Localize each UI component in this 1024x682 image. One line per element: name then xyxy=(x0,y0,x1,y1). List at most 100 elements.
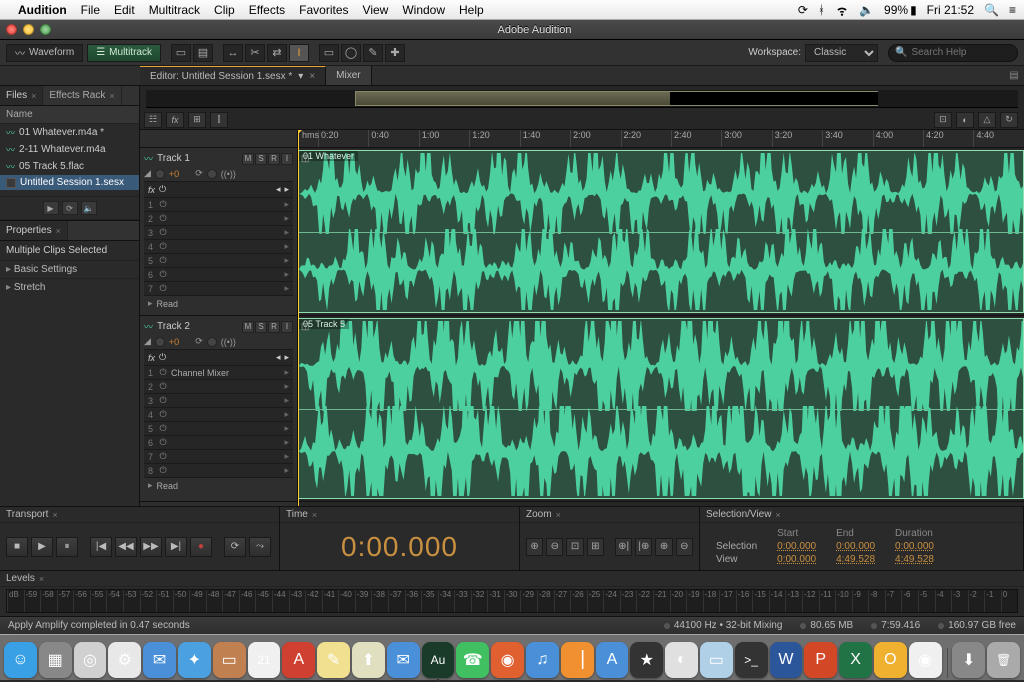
fx-prev-icon[interactable]: ◂ xyxy=(276,352,281,363)
dock-app-game[interactable]: ◐ xyxy=(665,642,698,678)
status-sync-icon[interactable]: ⟳ xyxy=(798,3,808,17)
play-button[interactable]: ▶ xyxy=(31,537,53,557)
prop-stretch[interactable]: Stretch xyxy=(0,278,139,296)
selection-end[interactable]: 0:00.000 xyxy=(826,540,885,553)
audio-clip[interactable]: 01 Whatever ◫ xyxy=(298,150,1024,313)
dock-app-notes[interactable]: ✎ xyxy=(317,642,350,678)
power-icon[interactable]: ⏻ xyxy=(158,381,168,392)
pause-button[interactable]: ⏸ xyxy=(56,537,78,557)
fx-slot[interactable]: 5⏻▸ xyxy=(144,254,293,268)
dock-app-terminal[interactable]: >_ xyxy=(735,642,768,678)
prop-basic-settings[interactable]: Basic Settings xyxy=(0,260,139,278)
effects-rack-tab[interactable]: Effects Rack× xyxy=(43,86,121,105)
dock-app-outlook[interactable]: O xyxy=(874,642,907,678)
close-icon[interactable]: × xyxy=(39,574,44,584)
menu-file[interactable]: File xyxy=(81,3,100,17)
power-icon[interactable]: ⏻ xyxy=(158,451,168,462)
mute-button[interactable]: M xyxy=(242,153,254,165)
menu-clip[interactable]: Clip xyxy=(214,3,235,17)
dock-app-excel[interactable]: X xyxy=(839,642,872,678)
dock-app-photobooth[interactable]: ◉ xyxy=(491,642,524,678)
dock-app-calendar[interactable]: 21 xyxy=(248,642,281,678)
power-icon[interactable]: ⏻ xyxy=(158,423,168,434)
solo-button[interactable]: S xyxy=(255,321,267,333)
minimize-window-button[interactable] xyxy=(23,24,34,35)
dock-app-preview[interactable]: ▭ xyxy=(700,642,733,678)
spotlight-icon[interactable]: 🔍 xyxy=(984,3,999,17)
sends-button[interactable]: ⊞ xyxy=(188,112,206,128)
properties-tab[interactable]: Properties× xyxy=(0,221,68,240)
menu-window[interactable]: Window xyxy=(402,3,445,17)
clip-handle-icon[interactable]: ◫ xyxy=(301,153,311,163)
time-display[interactable]: 0:00.000 xyxy=(286,531,513,563)
file-item[interactable]: 〰05 Track 5.flac xyxy=(0,158,139,175)
lasso-tool[interactable]: ◯ xyxy=(341,44,361,62)
fx-slot[interactable]: 2⏻▸ xyxy=(144,212,293,226)
levels-meter[interactable]: dB-59-58-57-56-55-54-53-52-51-50-49-48-4… xyxy=(6,589,1018,613)
menu-view[interactable]: View xyxy=(363,3,389,17)
record-arm-button[interactable]: R xyxy=(268,153,280,165)
chevron-right-icon[interactable]: ▸ xyxy=(284,241,289,252)
fx-next-icon[interactable]: ▸ xyxy=(284,184,289,195)
chevron-right-icon[interactable]: ▸ xyxy=(284,409,289,420)
dock-app-trash[interactable]: 🗑 xyxy=(987,642,1020,678)
file-item[interactable]: 〰2-11 Whatever.m4a xyxy=(0,141,139,158)
chevron-right-icon[interactable]: ▸ xyxy=(284,423,289,434)
file-item[interactable]: Untitled Session 1.sesx xyxy=(0,175,139,190)
view-start[interactable]: 0:00.000 xyxy=(767,553,826,566)
dock-app-app1[interactable]: ◎ xyxy=(74,642,107,678)
power-icon[interactable]: ⏻ xyxy=(158,395,168,406)
zoom-window-button[interactable] xyxy=(40,24,51,35)
tab-editor[interactable]: Editor: Untitled Session 1.sesx *▾× xyxy=(140,66,326,85)
automation-mode[interactable]: Read xyxy=(144,296,293,311)
chevron-right-icon[interactable]: ▸ xyxy=(284,269,289,280)
dock-app-contacts[interactable]: ▭ xyxy=(213,642,246,678)
dock-app-launchpad[interactable]: ▦ xyxy=(39,642,72,678)
menu-help[interactable]: Help xyxy=(459,3,484,17)
record-button[interactable]: ● xyxy=(190,537,212,557)
go-start-button[interactable]: |◀ xyxy=(90,537,112,557)
fx-next-icon[interactable]: ▸ xyxy=(284,352,289,363)
audio-clip[interactable]: 05 Track 5 ◫ xyxy=(298,318,1024,499)
tab-mixer[interactable]: Mixer xyxy=(326,66,371,85)
dock-app-itunes[interactable]: ♫ xyxy=(526,642,559,678)
chevron-right-icon[interactable]: ▸ xyxy=(284,437,289,448)
record-arm-button[interactable]: R xyxy=(268,321,280,333)
chevron-right-icon[interactable]: ▸ xyxy=(284,283,289,294)
power-icon[interactable]: ⏻ xyxy=(158,437,168,448)
chevron-right-icon[interactable]: ▸ xyxy=(284,255,289,266)
power-icon[interactable]: ⏻ xyxy=(158,227,168,238)
forward-button[interactable]: ▶▶ xyxy=(140,537,162,557)
track-header[interactable]: 〰Track 2 MSRI ◢+0 ⟳((•)) fx⏻◂▸ 1⏻Channel… xyxy=(140,316,297,502)
marquee-tool[interactable]: ▭ xyxy=(319,44,339,62)
close-icon[interactable]: × xyxy=(31,91,36,101)
close-icon[interactable]: × xyxy=(56,226,61,236)
fx-prev-icon[interactable]: ◂ xyxy=(276,184,281,195)
zoom-in-h-button[interactable]: ⊕ xyxy=(526,538,543,556)
timeline-ruler[interactable]: hms 0:200:401:001:201:402:002:202:403:00… xyxy=(298,130,1024,148)
stop-button[interactable]: ■ xyxy=(6,537,28,557)
razor-tool[interactable]: ✂ xyxy=(245,44,265,62)
power-icon[interactable]: ⏻ xyxy=(159,184,166,195)
inputs-button[interactable]: ☷ xyxy=(144,112,162,128)
spectral-toggle-button[interactable]: ▤ xyxy=(193,44,213,62)
fx-slot[interactable]: 8⏻▸ xyxy=(144,464,293,478)
skip-selection-button[interactable]: ⤳ xyxy=(249,537,271,557)
view-end[interactable]: 4:49.528 xyxy=(826,553,885,566)
toggle-button[interactable]: ◐ xyxy=(956,112,974,128)
close-icon[interactable]: × xyxy=(109,91,114,101)
mini-loop-button[interactable]: ⟳ xyxy=(62,201,78,215)
status-bluetooth-icon[interactable]: ᚼ xyxy=(818,3,825,17)
fx-slot[interactable]: 3⏻▸ xyxy=(144,394,293,408)
power-icon[interactable]: ⏻ xyxy=(158,409,168,420)
workspace-select[interactable]: Classic xyxy=(805,44,878,62)
menu-multitrack[interactable]: Multitrack xyxy=(149,3,200,17)
time-selection-tool[interactable]: I xyxy=(289,44,309,62)
search-help[interactable]: 🔍 xyxy=(888,44,1018,62)
zoom-out-full-button[interactable]: ⊡ xyxy=(566,538,583,556)
fx-slot[interactable]: 6⏻▸ xyxy=(144,268,293,282)
fx-slot[interactable]: 1⏻Channel Mixer▸ xyxy=(144,366,293,380)
close-icon[interactable]: × xyxy=(52,510,57,520)
dock-app-audition[interactable]: Au xyxy=(422,642,455,678)
notification-center-icon[interactable]: ≡ xyxy=(1009,3,1016,17)
